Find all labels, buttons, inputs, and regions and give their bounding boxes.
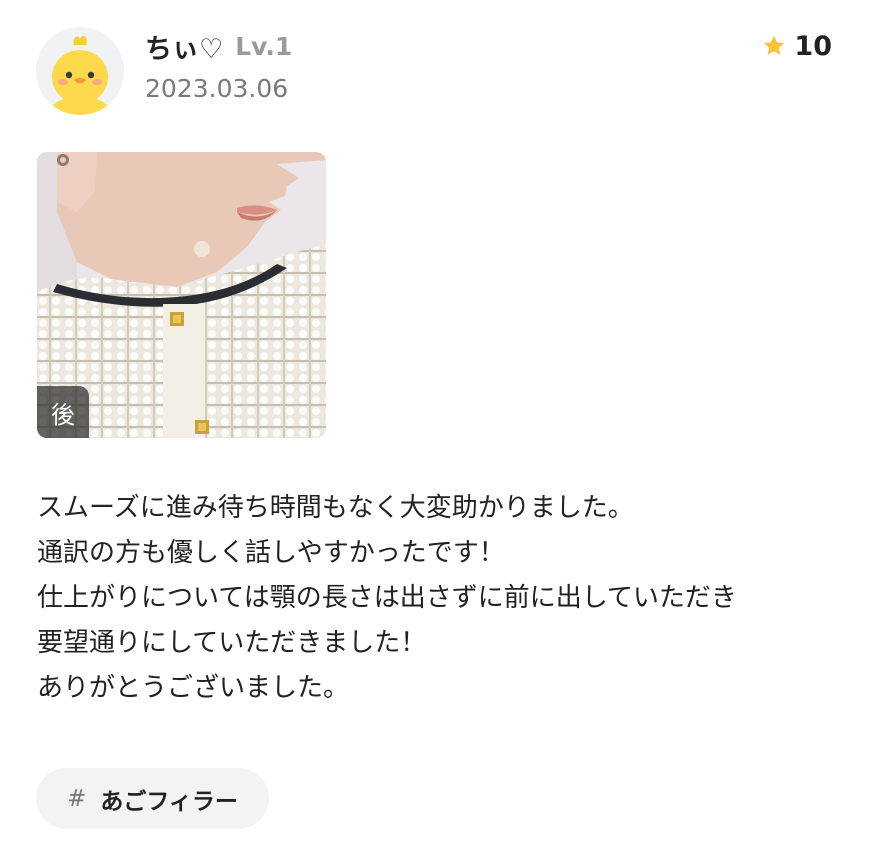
- review-line: 要望通りにしていただきました！: [37, 628, 427, 658]
- chick-avatar-icon: [36, 27, 124, 115]
- star-icon: [764, 35, 785, 55]
- review-text: スムーズに進み待ち時間もなく大変助かりました。 通訳の方も優しく話しやすかったで…: [37, 486, 857, 711]
- tag-chip[interactable]: # あごフィラー: [36, 768, 269, 829]
- hash-icon: #: [67, 785, 87, 812]
- username[interactable]: ちぃ♡: [145, 27, 223, 66]
- user-level: Lv.1: [235, 31, 293, 61]
- review-line: スムーズに進み待ち時間もなく大変助かりました。: [37, 493, 634, 523]
- after-badge: 後: [37, 386, 89, 438]
- review-line: 通訳の方も優しく話しやすかったです！: [37, 538, 505, 568]
- review-photo[interactable]: 後: [37, 152, 326, 438]
- tag-label: あごフィラー: [100, 788, 238, 815]
- review-line: ありがとうございました。: [37, 673, 350, 703]
- score-value: 10: [794, 30, 832, 62]
- score: 10: [762, 28, 832, 64]
- user-header: ちぃ♡ Lv.1: [145, 27, 293, 66]
- review-date: 2023.03.06: [145, 74, 289, 103]
- avatar[interactable]: [36, 27, 124, 115]
- review-line: 仕上がりについては顎の長さは出さずに前に出していただき: [37, 583, 737, 613]
